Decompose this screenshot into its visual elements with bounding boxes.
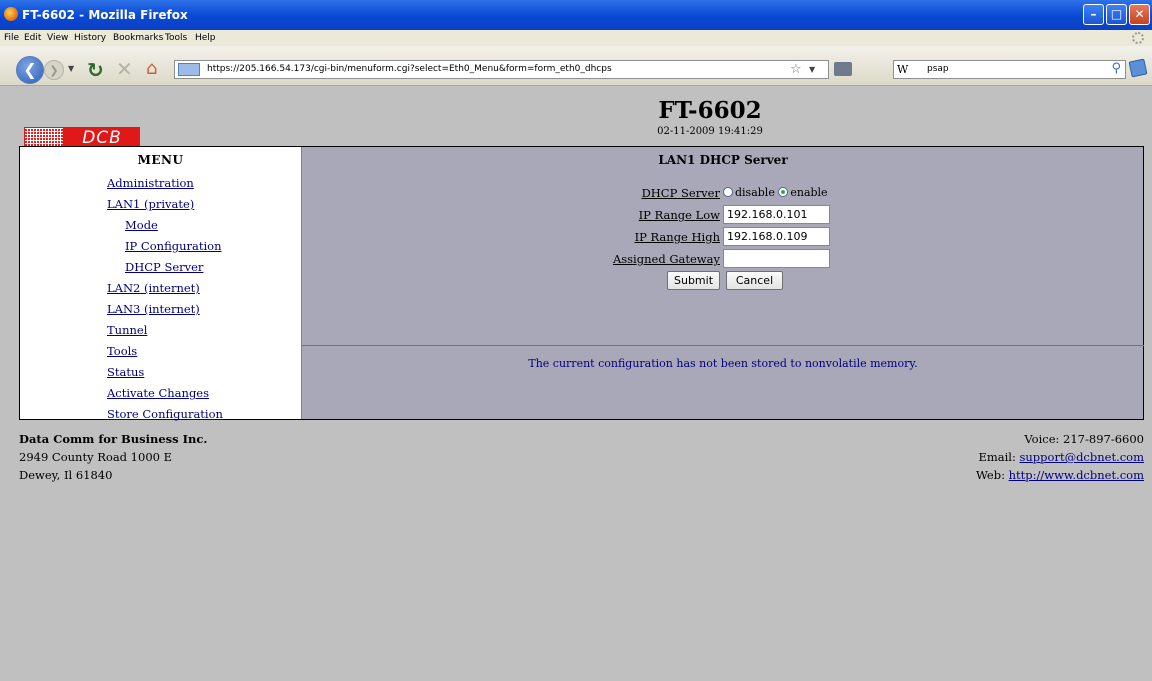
menu-item-lan2[interactable]: LAN2 (internet) [107, 281, 200, 295]
home-icon[interactable]: ⌂ [146, 58, 157, 79]
dhcp-server-options: disable enable [723, 186, 828, 199]
disable-label: disable [735, 186, 775, 199]
ip-range-low-label: IP Range Low [638, 208, 720, 222]
device-header: FT-6602 02-11-2009 19:41:29 [560, 97, 860, 137]
close-button[interactable]: ✕ [1129, 4, 1150, 25]
menu-item-administration[interactable]: Administration [107, 176, 194, 190]
assigned-gateway-row: Assigned Gateway [302, 249, 1144, 269]
menu-item-dhcp-server[interactable]: DHCP Server [125, 260, 203, 274]
email-link[interactable]: support@dcbnet.com [1020, 450, 1145, 464]
history-dropdown-icon[interactable]: ▼ [68, 64, 74, 73]
firefox-icon [4, 7, 18, 21]
side-menu: MENU Administration LAN1 (private) Mode … [20, 147, 301, 421]
back-button[interactable]: ❮ [16, 56, 44, 84]
assigned-gateway-label: Assigned Gateway [612, 252, 720, 266]
dcb-logo: DCB [24, 127, 140, 148]
dhcp-server-row: DHCP Server disable enable [302, 183, 1144, 203]
url-text[interactable]: https://205.166.54.173/cgi-bin/menuform.… [207, 64, 612, 74]
menu-file[interactable]: File [4, 33, 19, 43]
menu-item-mode[interactable]: Mode [125, 218, 158, 232]
main-frame: MENU Administration LAN1 (private) Mode … [19, 146, 1144, 421]
menu-item-activate-changes[interactable]: Activate Changes [107, 386, 209, 400]
search-bar[interactable]: W psap ⚲ [893, 60, 1126, 79]
company-name: Data Comm for Business Inc. [19, 432, 208, 446]
site-identity-icon[interactable] [178, 63, 200, 76]
ip-range-high-input[interactable] [723, 227, 830, 246]
search-input[interactable]: psap [927, 64, 949, 74]
maximize-button[interactable]: □ [1106, 4, 1127, 25]
web-link[interactable]: http://www.dcbnet.com [1009, 468, 1144, 482]
divider [302, 345, 1144, 346]
status-message: The current configuration has not been s… [528, 357, 918, 370]
submit-button[interactable]: Submit [667, 271, 720, 290]
form-title: LAN1 DHCP Server [658, 153, 788, 167]
minimize-button[interactable]: – [1083, 4, 1104, 25]
cancel-button[interactable]: Cancel [726, 271, 783, 290]
voice-number: Voice: 217-897-6600 [1024, 432, 1144, 446]
addon-icon[interactable] [1128, 58, 1148, 78]
page-content: DCB FT-6602 02-11-2009 19:41:29 MENU Adm… [0, 87, 1152, 681]
device-name: FT-6602 [658, 97, 762, 124]
company-address-line1: 2949 County Road 1000 E [19, 450, 173, 464]
navigation-toolbar: ❮ ❯ ▼ ↻ ✕ ⌂ https://205.166.54.173/cgi-b… [0, 46, 1152, 86]
menu-item-tunnel[interactable]: Tunnel [107, 323, 147, 337]
search-icon[interactable]: ⚲ [1111, 61, 1121, 76]
menu-item-tools[interactable]: Tools [107, 344, 137, 358]
web-label: Web: [976, 468, 1009, 482]
ip-range-high-label: IP Range High [634, 230, 720, 244]
throbber-icon [1132, 32, 1144, 44]
window-titlebar: FT-6602 - Mozilla Firefox – □ ✕ [0, 0, 1152, 30]
bookmark-star-icon[interactable]: ☆ [790, 62, 802, 77]
menu-history[interactable]: History [74, 33, 106, 43]
menu-edit[interactable]: Edit [24, 33, 41, 43]
enable-label: enable [790, 186, 828, 199]
ip-range-low-input[interactable] [723, 205, 830, 224]
menu-item-lan1[interactable]: LAN1 (private) [107, 197, 194, 211]
menu-bar: File Edit View History Bookmarks Tools H… [0, 30, 1152, 46]
web-row: Web: http://www.dcbnet.com [976, 466, 1144, 484]
menu-item-ip-configuration[interactable]: IP Configuration [125, 239, 222, 253]
forward-button[interactable]: ❯ [44, 60, 64, 80]
ip-range-low-row: IP Range Low [302, 205, 1144, 225]
enable-radio[interactable] [778, 187, 789, 197]
company-address-line2: Dewey, Il 61840 [19, 468, 113, 482]
ip-range-high-row: IP Range High [302, 227, 1144, 247]
menu-item-lan3[interactable]: LAN3 (internet) [107, 302, 200, 316]
menu-tools[interactable]: Tools [165, 33, 187, 43]
disable-radio[interactable] [723, 187, 733, 197]
email-row: Email: support@dcbnet.com [976, 448, 1144, 466]
device-datetime: 02-11-2009 19:41:29 [657, 126, 763, 137]
menu-item-store-configuration[interactable]: Store Configuration [107, 407, 223, 421]
assigned-gateway-input[interactable] [723, 249, 830, 268]
company-info: Data Comm for Business Inc. 2949 County … [19, 430, 207, 484]
reload-icon[interactable]: ↻ [87, 58, 104, 82]
content-panel: LAN1 DHCP Server DHCP Server disable ena… [301, 147, 1144, 419]
url-dropdown-icon[interactable]: ▼ [809, 65, 815, 74]
email-label: Email: [978, 450, 1020, 464]
menu-bookmarks[interactable]: Bookmarks [113, 33, 163, 43]
url-bar[interactable]: https://205.166.54.173/cgi-bin/menuform.… [174, 60, 829, 79]
stop-icon[interactable]: ✕ [116, 57, 133, 81]
menu-help[interactable]: Help [195, 33, 216, 43]
window-title: FT-6602 - Mozilla Firefox [22, 8, 188, 22]
dhcp-server-label: DHCP Server [641, 186, 720, 200]
form-buttons-row: Submit Cancel [302, 271, 1144, 291]
menu-title: MENU [137, 153, 184, 167]
print-icon[interactable] [834, 62, 852, 76]
search-engine-icon[interactable]: W [897, 63, 908, 76]
contact-info: Voice: 217-897-6600 Email: support@dcbne… [976, 430, 1144, 484]
menu-item-status[interactable]: Status [107, 365, 144, 379]
logo-text: DCB [63, 128, 139, 147]
menu-view[interactable]: View [47, 33, 68, 43]
